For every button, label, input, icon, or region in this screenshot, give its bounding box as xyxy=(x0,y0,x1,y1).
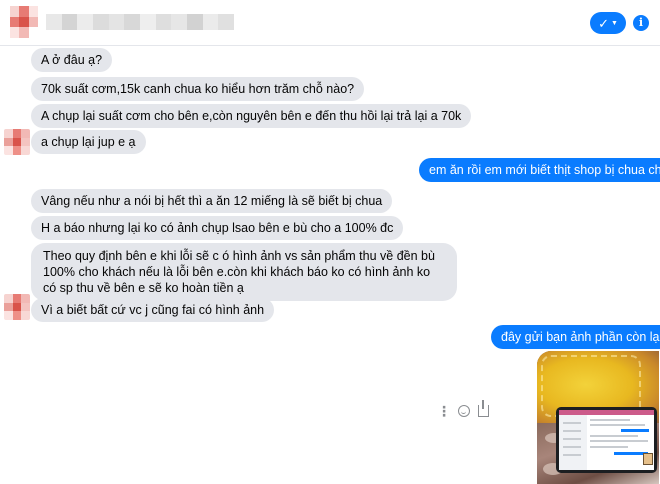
emoji-icon[interactable] xyxy=(458,405,470,417)
message-outgoing[interactable]: đây gửi bạn ảnh phần còn lại xyxy=(491,325,660,349)
message-incoming[interactable]: Vâng nếu như a nói bị hết thì a ăn 12 mi… xyxy=(31,189,393,213)
message-hover-tools: ⋮ xyxy=(437,400,489,420)
message-incoming[interactable]: A chụp lại suất cơm cho bên e,còn nguyên… xyxy=(31,104,472,128)
contact-avatar[interactable] xyxy=(10,6,38,38)
message-incoming[interactable]: A ở đâu ạ? xyxy=(31,48,113,72)
message-incoming[interactable]: a chụp lại jup e ạ xyxy=(31,130,146,154)
message-incoming[interactable]: H a báo nhưng lại ko có ảnh chụp lsao bê… xyxy=(31,216,404,240)
info-icon[interactable]: i xyxy=(633,15,649,31)
chevron-down-icon: ▼ xyxy=(610,19,618,27)
share-icon[interactable] xyxy=(478,400,489,417)
check-icon: ✓ xyxy=(598,15,609,31)
conversation-actions-button[interactable]: ✓ ▼ xyxy=(590,12,626,34)
contact-name-blurred[interactable] xyxy=(46,14,235,30)
message-incoming[interactable]: Theo quy định bên e khi lỗi sẽ c ó hình … xyxy=(31,243,457,301)
message-outgoing[interactable]: em ăn rồi em mới biết thịt shop bị chua … xyxy=(419,158,660,182)
sender-avatar[interactable] xyxy=(4,129,30,155)
message-incoming[interactable]: 70k suất cơm,15k canh chua ko hiểu hơn t… xyxy=(31,77,365,101)
laptop-screen-image xyxy=(556,407,657,473)
more-icon[interactable]: ⋮ xyxy=(437,403,451,420)
conversation-header: ✓ ▼ i xyxy=(0,0,660,46)
sender-avatar[interactable] xyxy=(4,294,30,320)
message-incoming[interactable]: Vì a biết bất cứ vc j cũng fai có hình ả… xyxy=(31,298,275,322)
